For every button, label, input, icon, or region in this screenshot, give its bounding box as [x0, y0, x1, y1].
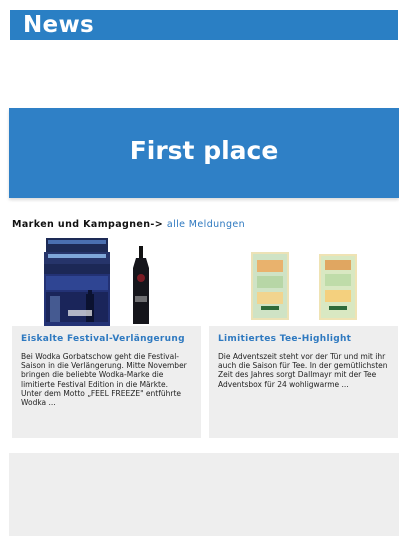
news-card-tea[interactable]: Limitiertes Tee-Highlight Die Adventszei…: [209, 326, 398, 438]
card-headline[interactable]: Limitiertes Tee-Highlight: [218, 334, 351, 344]
card-teaser: Die Adventszeit steht vor der Tür und mi…: [218, 352, 388, 389]
breadcrumb-section: Marken und Kampagnen: [12, 219, 151, 230]
news-card-vodka[interactable]: Eiskalte Festival-Verlängerung Bei Wodka…: [12, 326, 201, 438]
card-headline[interactable]: Eiskalte Festival-Verlängerung: [21, 334, 185, 344]
news-title: News: [23, 12, 94, 38]
breadcrumb-arrow: ->: [150, 219, 164, 230]
news-header: News: [10, 10, 398, 40]
all-news-link[interactable]: alle Meldungen: [167, 219, 245, 230]
tea-advent-box-image[interactable]: [209, 236, 399, 328]
content-placeholder: [9, 453, 399, 536]
first-place-banner[interactable]: First place: [9, 108, 399, 198]
first-place-title: First place: [129, 135, 279, 165]
vodka-bottles-image[interactable]: [12, 236, 202, 328]
breadcrumb: Marken und Kampagnen-> alle Meldungen: [12, 219, 245, 230]
card-teaser: Bei Wodka Gorbatschow geht die Festival-…: [21, 352, 187, 408]
